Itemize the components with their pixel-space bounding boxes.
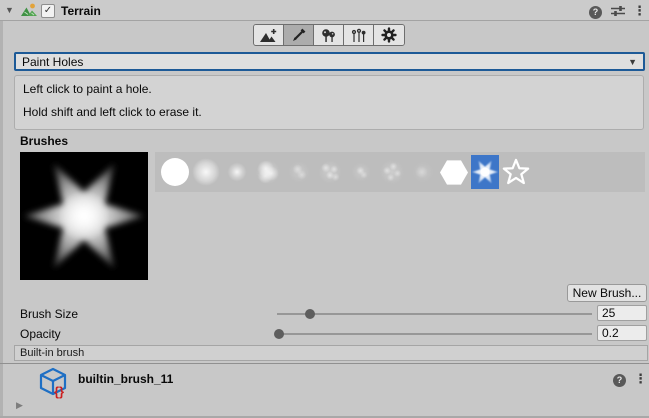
brush-size-value-field[interactable]: 25 (597, 305, 647, 321)
brush-tile-star-six-selected[interactable] (471, 155, 499, 189)
panel-left-edge (0, 21, 3, 418)
more-options-icon[interactable]: ⋮ (633, 3, 646, 19)
paint-mode-dropdown[interactable]: Paint Holes ▼ (14, 52, 645, 71)
brush-tile-blob-faint[interactable] (409, 155, 437, 189)
brush-tile-speckle-large[interactable] (378, 155, 406, 189)
tool-create-neighbor-terrains-button[interactable] (254, 25, 284, 45)
brush-tile-circle-hard[interactable] (161, 155, 189, 189)
terrain-component-icon (21, 3, 38, 21)
paint-mode-selected-value: Paint Holes (22, 55, 83, 69)
brush-tile-hexagon[interactable] (440, 155, 468, 189)
built-in-brush-bar[interactable]: Built-in brush (14, 345, 648, 361)
brush-tile-speckle[interactable] (316, 155, 344, 189)
brush-tile-speckle-faint[interactable] (285, 155, 313, 189)
tool-paint-trees-button[interactable] (314, 25, 344, 45)
presets-icon[interactable] (611, 5, 625, 20)
tool-terrain-settings-button[interactable] (374, 25, 404, 45)
brush-size-slider-track[interactable] (277, 313, 592, 315)
brush-tile-circle-soft[interactable] (192, 155, 220, 189)
opacity-slider-track[interactable] (277, 333, 592, 335)
brush-asset-title: builtin_brush_11 (78, 372, 173, 386)
brush-tile-dot-soft[interactable] (223, 155, 251, 189)
brush-preview (20, 152, 148, 280)
opacity-label: Opacity (20, 327, 61, 341)
asset-foldout-icon[interactable]: ▶ (16, 400, 23, 411)
terrain-component-header: ▼ ✓ Terrain ? ⋮ (0, 0, 649, 21)
component-foldout-icon[interactable]: ▼ (5, 5, 14, 15)
new-brush-button[interactable]: New Brush... (567, 284, 647, 302)
asset-help-icon[interactable]: ? (613, 372, 626, 387)
brush-tile-cloud-blob[interactable] (254, 155, 282, 189)
brush-selection-strip (155, 152, 645, 192)
brush-tile-speckle-small[interactable] (347, 155, 375, 189)
component-enabled-checkbox[interactable]: ✓ (41, 4, 55, 18)
terrain-tool-toolbar (253, 24, 405, 46)
brush-tile-star-outline[interactable] (502, 155, 530, 189)
tool-help-box: Left click to paint a hole. Hold shift a… (14, 75, 644, 130)
component-title: Terrain (61, 4, 101, 18)
scriptable-object-cube-icon: {} (38, 367, 70, 402)
brush-size-slider-thumb[interactable] (305, 309, 315, 319)
brush-size-label: Brush Size (20, 307, 78, 321)
asset-more-options-icon[interactable]: ⋮ (634, 371, 647, 387)
brushes-section-label: Brushes (20, 134, 68, 148)
tool-paint-terrain-button[interactable] (284, 25, 314, 45)
help-line-1: Left click to paint a hole. (23, 82, 635, 96)
help-line-2: Hold shift and left click to erase it. (23, 105, 635, 119)
svg-text:{}: {} (54, 384, 64, 399)
opacity-value-field[interactable]: 0.2 (597, 325, 647, 341)
opacity-slider-thumb[interactable] (274, 329, 284, 339)
section-separator (0, 363, 649, 364)
tool-paint-details-button[interactable] (344, 25, 374, 45)
chevron-down-icon: ▼ (628, 57, 637, 67)
help-icon[interactable]: ? (589, 4, 602, 19)
